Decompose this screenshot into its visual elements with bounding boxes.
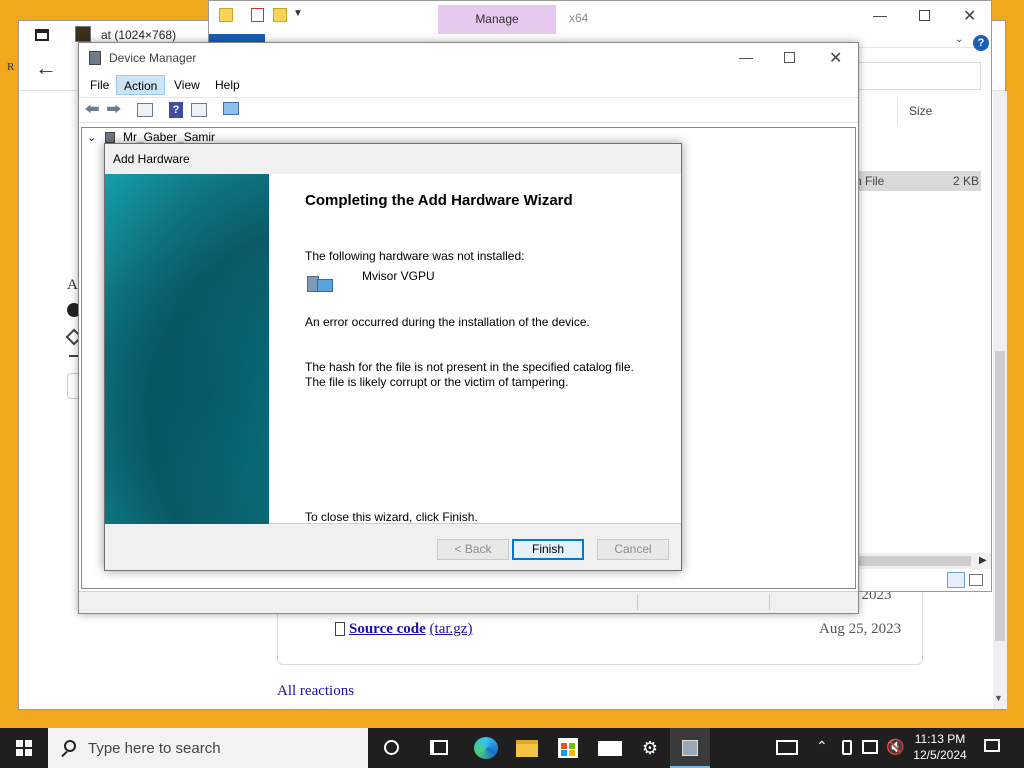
- dialog-title: Add Hardware: [113, 152, 190, 166]
- properties-icon[interactable]: [191, 103, 207, 117]
- scan-hardware-icon[interactable]: [223, 102, 239, 115]
- back-button[interactable]: < Back: [437, 539, 509, 560]
- qat-dropdown-icon[interactable]: ▼: [293, 8, 303, 19]
- windows-logo-icon: [16, 740, 32, 756]
- file-explorer-icon[interactable]: [516, 740, 538, 757]
- tree-root-label[interactable]: Mr_Gaber_Samir: [123, 130, 215, 144]
- search-placeholder: Type here to search: [88, 740, 221, 757]
- network-icon[interactable]: [862, 740, 878, 754]
- device-manager-taskbar-icon[interactable]: [670, 728, 710, 768]
- browser-tab-title[interactable]: at (1024×768): [101, 28, 176, 42]
- error-message: An error occurred during the installatio…: [305, 315, 590, 329]
- help-icon[interactable]: ?: [973, 35, 989, 51]
- tab-favicon-icon: [75, 26, 91, 42]
- mail-icon[interactable]: [598, 741, 622, 756]
- window-title: Device Manager: [109, 51, 197, 65]
- minimize-icon[interactable]: —: [873, 7, 887, 23]
- menu-help[interactable]: Help: [208, 75, 247, 95]
- task-view-icon[interactable]: [430, 740, 448, 755]
- taskbar: Type here to search ⚙ ⌃ 🔇 11:13 PM 12/5/…: [0, 728, 1024, 768]
- menu-action[interactable]: Action: [116, 75, 166, 95]
- start-button[interactable]: [0, 728, 48, 768]
- new-folder-icon[interactable]: [273, 8, 287, 22]
- scroll-right-icon[interactable]: ▶: [979, 555, 987, 566]
- menu-file[interactable]: File: [83, 75, 116, 95]
- back-arrow-icon[interactable]: ←: [35, 55, 57, 81]
- horizontal-scroll-thumb[interactable]: [841, 556, 971, 566]
- device-manager-icon: [89, 51, 101, 65]
- tab-icon: [35, 29, 49, 41]
- device-icon[interactable]: [842, 740, 852, 755]
- wizard-banner-image: [105, 174, 269, 524]
- file-zip-icon: [335, 622, 345, 636]
- taskbar-search-box[interactable]: Type here to search: [48, 728, 368, 768]
- hardware-device-icon: [307, 273, 333, 295]
- menu-view[interactable]: View: [167, 75, 207, 95]
- maximize-icon[interactable]: [919, 10, 930, 21]
- side-letter: A: [67, 277, 78, 293]
- close-hint: To close this wizard, click Finish.: [305, 510, 478, 524]
- show-hide-tree-icon[interactable]: [137, 103, 153, 117]
- edge-icon[interactable]: [474, 737, 498, 759]
- close-icon[interactable]: ✕: [963, 6, 976, 26]
- window-title: x64: [569, 11, 589, 25]
- chevron-up-icon[interactable]: ⌃: [816, 738, 828, 755]
- status-bar: [79, 591, 858, 613]
- settings-icon[interactable]: ⚙: [630, 728, 670, 768]
- add-hardware-dialog: Add Hardware Completing the Add Hardware…: [104, 143, 682, 571]
- cancel-button[interactable]: Cancel: [597, 539, 669, 560]
- device-name: Mvisor VGPU: [362, 269, 435, 283]
- help-icon[interactable]: ?: [169, 102, 183, 118]
- column-header-size[interactable]: Size: [909, 104, 932, 118]
- hash-message-line-1: The hash for the file is not present in …: [305, 360, 634, 374]
- column-divider[interactable]: [897, 97, 898, 125]
- source-code-link[interactable]: Source code (tar.gz): [349, 621, 472, 638]
- large-icons-view-icon[interactable]: [969, 574, 983, 586]
- wizard-body: Completing the Add Hardware Wizard The f…: [105, 174, 681, 524]
- clock-time: 11:13 PM: [914, 732, 966, 746]
- system-clock[interactable]: 11:13 PM 12/5/2024: [906, 731, 974, 763]
- cortana-icon[interactable]: [384, 740, 399, 755]
- hash-message-line-2: The file is likely corrupt or the victim…: [305, 375, 569, 389]
- folder-icon: [219, 8, 233, 22]
- minimize-icon[interactable]: —: [739, 49, 753, 65]
- details-view-icon[interactable]: [947, 572, 965, 588]
- asset-date: Aug 25, 2023: [819, 621, 902, 637]
- not-installed-label: The following hardware was not installed…: [305, 249, 525, 263]
- close-icon[interactable]: ✕: [829, 48, 842, 68]
- store-icon[interactable]: [558, 738, 578, 758]
- wizard-heading: Completing the Add Hardware Wizard: [305, 192, 573, 209]
- keyboard-icon[interactable]: [776, 740, 798, 755]
- notification-icon[interactable]: [984, 739, 1000, 752]
- computer-icon: [105, 132, 115, 143]
- chevron-down-icon[interactable]: ⌄: [87, 131, 96, 144]
- scroll-down-icon[interactable]: ▼: [994, 693, 1003, 703]
- back-icon[interactable]: 🠰: [83, 101, 101, 119]
- all-reactions-link[interactable]: All reactions: [277, 683, 354, 700]
- search-input[interactable]: [857, 62, 981, 90]
- file-size: 2 KB: [953, 174, 980, 188]
- tab-manage[interactable]: Manage: [438, 5, 556, 35]
- volume-muted-icon[interactable]: 🔇: [886, 738, 905, 756]
- properties-icon[interactable]: [251, 8, 264, 22]
- forward-icon[interactable]: 🠲: [105, 101, 123, 119]
- clock-date: 12/5/2024: [913, 748, 967, 762]
- finish-button[interactable]: Finish: [512, 539, 584, 560]
- ribbon-collapse-icon[interactable]: ⌄: [955, 34, 963, 45]
- browser-scroll-thumb[interactable]: [995, 351, 1005, 641]
- maximize-icon[interactable]: [784, 52, 795, 63]
- side-letter: R: [7, 61, 15, 73]
